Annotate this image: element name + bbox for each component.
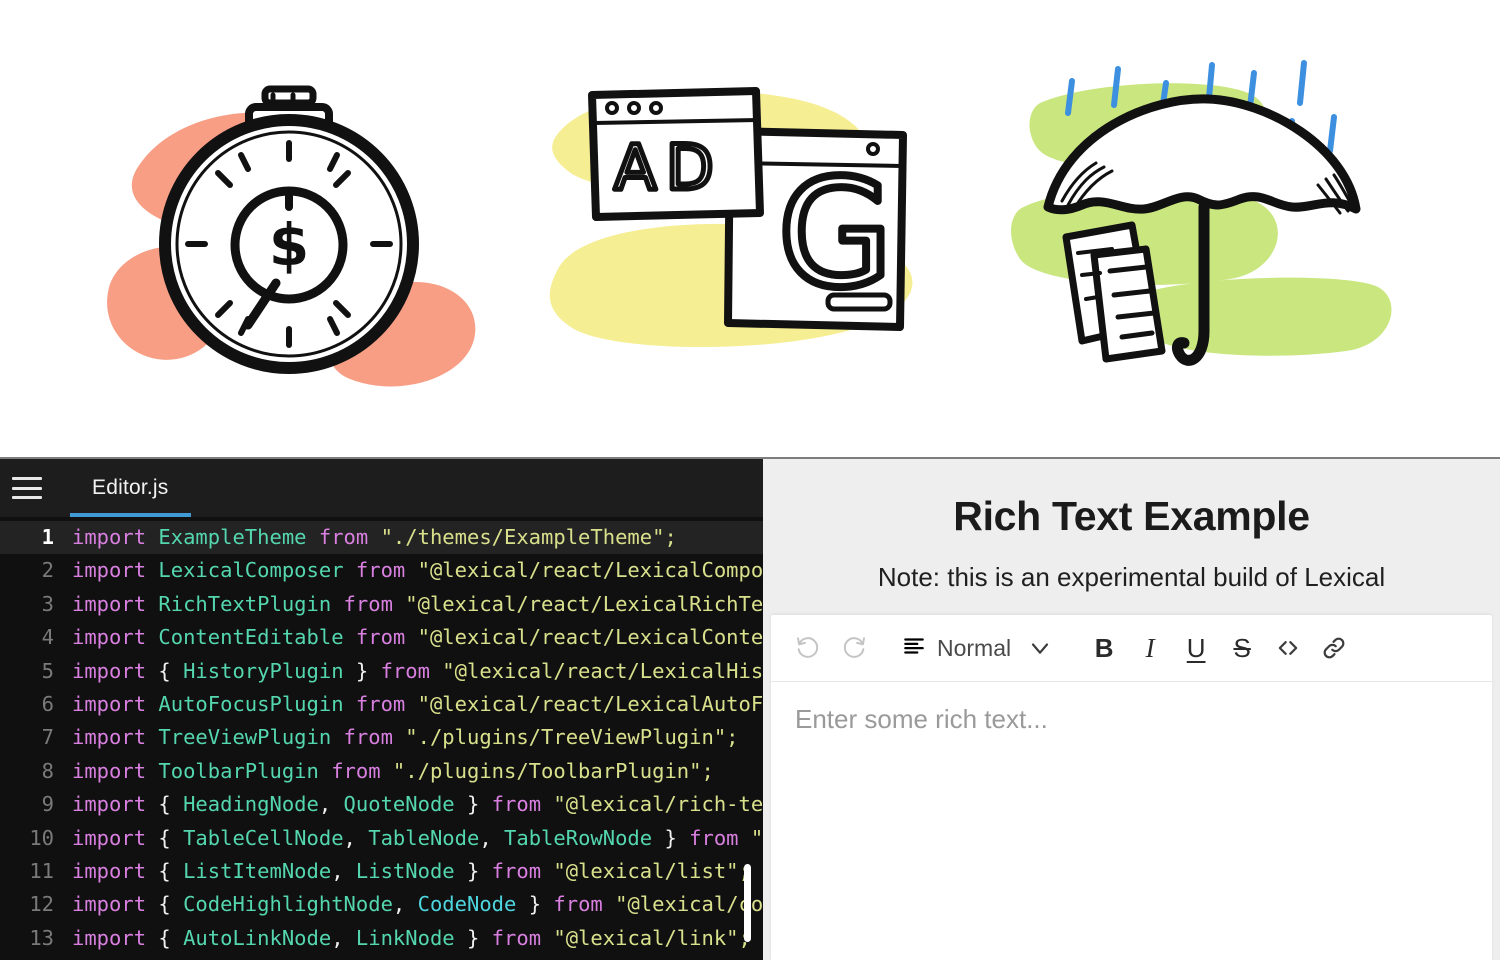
paragraph-icon [901,633,927,664]
code-content[interactable]: 1 import ExampleTheme from "./themes/Exam… [0,517,763,960]
code-line[interactable]: 9 import { HeadingNode, QuoteNode } from … [0,788,763,821]
letter-d: D [666,131,714,204]
page-title: Rich Text Example [953,493,1310,539]
code-line-text: import RichTextPlugin from "@lexical/rea… [72,591,763,616]
redo-button[interactable] [831,625,877,671]
line-number: 8 [41,758,54,783]
underline-button[interactable]: U [1173,625,1219,671]
code-line-text: import TreeViewPlugin from "./plugins/Tr… [72,725,739,750]
code-line[interactable]: 10 import { TableCellNode, TableNode, Tab… [0,822,763,855]
code-line[interactable]: 6 import AutoFocusPlugin from "@lexical/r… [0,688,763,721]
rich-text-editor-panel: Rich Text Example Note: this is an exper… [763,459,1500,960]
code-line[interactable]: 11 import { ListItemNode, ListNode } from… [0,855,763,888]
strikethrough-label: S [1233,633,1251,663]
strikethrough-button[interactable]: S [1219,625,1265,671]
code-line[interactable]: 3 import RichTextPlugin from "@lexical/re… [0,588,763,621]
code-line-text: import { HistoryPlugin } from "@lexical/… [72,658,763,683]
line-number: 3 [41,591,54,616]
line-number: 6 [41,691,54,716]
undo-icon [794,634,822,662]
italic-button[interactable]: I [1127,625,1173,671]
code-line[interactable]: 2 import LexicalComposer from "@lexical/r… [0,554,763,587]
code-line[interactable]: 8 import ToolbarPlugin from "./plugins/To… [0,755,763,788]
line-number: 7 [41,725,54,750]
code-line[interactable]: 12 import { CodeHighlightNode, CodeNode }… [0,888,763,921]
code-format-button[interactable] [1265,625,1311,671]
tab-label: Editor.js [92,476,169,499]
undo-button[interactable] [785,625,831,671]
chevron-down-icon [1026,634,1054,662]
code-editor-topbar: Editor.js [0,459,763,517]
umbrella-documents-illustration [1000,59,1420,399]
code-vertical-scrollbar[interactable] [744,864,751,942]
block-format-chevron-button[interactable] [1017,625,1063,671]
code-line[interactable]: 1 import ExampleTheme from "./themes/Exam… [0,521,763,555]
line-number: 10 [29,825,54,850]
block-format-label: Normal [937,634,1012,661]
code-line-text: import AutoFocusPlugin from "@lexical/re… [72,691,763,716]
rich-text-content-editable[interactable]: Enter some rich text... [771,682,1492,960]
hamburger-icon[interactable] [12,477,42,499]
line-number: 4 [41,625,54,650]
code-tab-bar: Editor.js [70,459,191,517]
editor-header: Rich Text Example Note: this is an exper… [763,459,1500,615]
code-line-text: import { TableCellNode, TableNode, Table… [72,825,763,850]
insert-link-button[interactable] [1311,625,1357,671]
letter-a: A [614,131,656,204]
editor-shell: Normal B I U S Enter some rich text... [771,615,1492,960]
stopwatch-money-illustration: $ [80,59,500,399]
italic-label: I [1145,632,1155,663]
browser-window-front: A D [588,86,764,221]
bold-label: B [1094,633,1114,663]
line-number: 5 [41,658,54,683]
code-line-text: import LexicalComposer from "@lexical/re… [72,558,763,583]
line-number: 11 [29,858,54,883]
code-line-text: import { ListItemNode, ListNode } from "… [72,858,751,883]
code-editor-panel: Editor.js 1 import ExampleTheme from "./t… [0,459,763,960]
tab-editor-js[interactable]: Editor.js [70,459,191,517]
code-line[interactable]: 5 import { HistoryPlugin } from "@lexical… [0,655,763,688]
line-number: 9 [41,792,54,817]
line-number: 12 [29,892,54,917]
code-line-text: import ContentEditable from "@lexical/re… [72,625,763,650]
line-number: 13 [29,925,54,950]
code-brackets-icon [1274,634,1302,662]
dollar-symbol: $ [269,211,309,279]
letter-g: G [778,148,893,320]
code-line-text: import ToolbarPlugin from "./plugins/Too… [72,758,714,783]
ad-browser-windows-illustration: G A D [540,59,960,399]
app-window: Editor.js 1 import ExampleTheme from "./t… [0,457,1500,960]
editor-placeholder: Enter some rich text... [795,704,1048,734]
code-line[interactable]: 4 import ContentEditable from "@lexical/r… [0,621,763,654]
illustration-band: $ G A D [0,0,1500,457]
line-number: 1 [41,525,54,549]
code-line[interactable]: 7 import TreeViewPlugin from "./plugins/T… [0,721,763,754]
editor-toolbar: Normal B I U S [771,615,1492,682]
page-subtitle: Note: this is an experimental build of L… [877,562,1386,592]
block-format-dropdown[interactable]: Normal [895,633,1017,664]
code-line[interactable]: 13 import { AutoLinkNode, LinkNode } from… [0,922,763,955]
line-number: 2 [41,558,54,583]
code-line-text: import { CodeHighlightNode, CodeNode } f… [72,892,763,917]
redo-icon [840,634,868,662]
underline-label: U [1186,633,1206,663]
code-line-text: import ExampleTheme from "./themes/Examp… [72,525,677,549]
bold-button[interactable]: B [1081,625,1127,671]
code-line-text: import { AutoLinkNode, LinkNode } from "… [72,925,751,950]
code-line-text: import { HeadingNode, QuoteNode } from "… [72,792,763,817]
link-icon [1320,634,1348,662]
